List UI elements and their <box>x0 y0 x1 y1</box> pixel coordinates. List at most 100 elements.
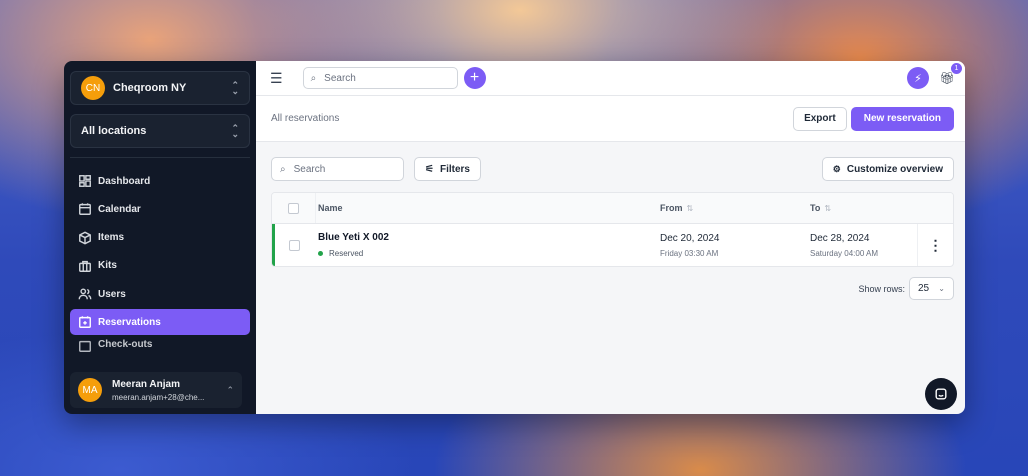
workspace-name: Cheqroom NY <box>113 82 187 94</box>
chevron-up-down-icon: ⌃ ⌄ <box>231 123 239 139</box>
reservation-name[interactable]: Blue Yeti X 002 <box>318 232 660 243</box>
show-rows-label: Show rows: <box>858 283 905 294</box>
sidebar-item-items[interactable]: Items <box>70 225 250 251</box>
sidebar-item-dashboard[interactable]: Dashboard <box>70 168 250 194</box>
box-icon <box>79 231 91 245</box>
sidebar-item-label: Users <box>98 288 126 300</box>
column-to-label: To <box>810 203 821 213</box>
page-title: All reservations <box>271 113 340 124</box>
table-header: Name From ⇅ To ⇅ <box>272 193 953 224</box>
select-all-checkbox[interactable] <box>288 202 299 214</box>
sidebar-item-kits[interactable]: Kits <box>70 253 250 279</box>
sliders-icon: ⚟ <box>425 163 434 175</box>
status-dot-icon <box>318 251 323 256</box>
rows-per-page-select[interactable]: 25 ⌄ <box>909 277 954 300</box>
sidebar-item-check-outs[interactable]: Check-outs <box>70 338 250 352</box>
bolt-icon: ⚡︎ <box>914 72 922 85</box>
notification-badge: 1 <box>951 63 962 74</box>
table-row[interactable]: Blue Yeti X 002 Reserved Dec 20, 2024 Fr… <box>272 224 953 266</box>
from-date: Dec 20, 2024 <box>660 232 720 244</box>
more-vertical-icon: ⋮ <box>928 236 943 253</box>
sort-icon: ⇅ <box>824 204 832 213</box>
app-window: CN Cheqroom NY ⌃ ⌄ All locations ⌃ ⌄ Dashb… <box>64 61 965 414</box>
user-info: Meeran Anjam meeran.anjam+28@che... <box>112 379 204 402</box>
plus-icon: + <box>469 69 480 86</box>
row-select-cell <box>272 224 316 266</box>
main-content: ☰ ⌕ Search + ⚡︎ 🎁︎ 1 All reservations Ex… <box>256 61 965 414</box>
column-header-name[interactable]: Name <box>316 203 660 213</box>
global-search-input[interactable]: ⌕ Search <box>302 67 458 89</box>
table-toolbar: ⌕ Search ⚟ Filters ⚙ Customize overview <box>256 157 965 181</box>
chat-launcher-button[interactable] <box>925 378 957 410</box>
new-reservation-button[interactable]: New reservation <box>850 106 954 131</box>
customize-label: Customize overview <box>846 163 943 175</box>
chat-icon <box>935 388 947 400</box>
sidebar-divider <box>70 157 250 158</box>
reservation-icon <box>79 316 91 329</box>
customize-overview-button[interactable]: ⚙ Customize overview <box>821 157 954 181</box>
search-icon: ⌕ <box>280 163 286 175</box>
status-label: Reserved <box>329 249 364 258</box>
menu-icon[interactable]: ☰ <box>270 70 283 87</box>
row-checkbox[interactable] <box>288 239 300 251</box>
row-name-cell: Blue Yeti X 002 Reserved <box>316 232 660 258</box>
location-selector[interactable]: All locations ⌃ ⌄ <box>70 114 250 148</box>
filters-button[interactable]: ⚟ Filters <box>414 157 481 181</box>
workspace-avatar: CN <box>81 76 105 100</box>
sidebar-item-users[interactable]: Users <box>70 281 250 307</box>
sidebar-item-label: Reservations <box>98 316 161 328</box>
column-header-from[interactable]: From ⇅ <box>660 203 810 213</box>
row-from-cell: Dec 20, 2024 Friday 03:30 AM <box>660 233 810 258</box>
export-button[interactable]: Export <box>793 106 847 131</box>
search-placeholder: Search <box>293 163 326 175</box>
page-header: All reservations Export New reservation <box>256 96 965 142</box>
top-bar-actions: ⚡︎ 🎁︎ 1 <box>907 63 962 89</box>
sidebar-item-label: Kits <box>98 260 117 272</box>
gift-button[interactable]: 🎁︎ 1 <box>939 63 962 86</box>
select-all-cell <box>272 193 316 223</box>
chevron-up-icon: ⌃ <box>226 384 234 395</box>
kit-icon <box>79 260 91 272</box>
status-badge: Reserved <box>318 249 660 258</box>
user-menu[interactable]: MA Meeran Anjam meeran.anjam+28@che... ⌃ <box>70 372 242 408</box>
reservation-search-input[interactable]: ⌕ Search <box>271 157 404 181</box>
search-placeholder: Search <box>324 72 356 84</box>
row-to-cell: Dec 28, 2024 Saturday 04:00 AM <box>810 233 915 258</box>
sidebar-item-label: Dashboard <box>98 175 151 187</box>
search-icon: ⌕ <box>310 72 317 84</box>
sidebar-item-label: Check-outs <box>98 338 153 350</box>
settings-icon: ⚙ <box>832 163 841 174</box>
sidebar-item-label: Calendar <box>98 203 141 215</box>
from-time: Friday 03:30 AM <box>660 248 719 258</box>
quick-add-button[interactable]: + <box>463 67 486 89</box>
users-icon <box>78 288 92 300</box>
to-date: Dec 28, 2024 <box>810 232 870 244</box>
to-time: Saturday 04:00 AM <box>810 248 879 258</box>
chevron-up-down-icon: ⌃ ⌄ <box>231 80 239 96</box>
dashboard-icon <box>79 175 91 187</box>
user-email: meeran.anjam+28@che... <box>112 392 205 402</box>
location-label: All locations <box>81 125 147 137</box>
reservations-table: Name From ⇅ To ⇅ Blue Yeti X 002 Reserved … <box>271 192 954 267</box>
column-name-label: Name <box>318 203 343 213</box>
column-header-to[interactable]: To ⇅ <box>810 203 915 213</box>
gift-icon: 🎁︎ <box>939 71 955 85</box>
filters-label: Filters <box>439 163 470 175</box>
sidebar-item-reservations[interactable]: Reservations <box>70 309 250 336</box>
bolt-button[interactable]: ⚡︎ <box>907 67 929 89</box>
workspace-selector[interactable]: CN Cheqroom NY ⌃ ⌄ <box>70 71 250 105</box>
sidebar-item-calendar[interactable]: Calendar <box>70 196 250 222</box>
row-actions-button[interactable]: ⋮ <box>917 224 953 266</box>
user-avatar: MA <box>78 378 102 402</box>
checkout-icon <box>79 340 91 352</box>
column-from-label: From <box>660 203 683 213</box>
calendar-icon <box>79 203 91 216</box>
user-name: Meeran Anjam <box>112 378 180 390</box>
chevron-down-icon: ⌄ <box>938 284 945 293</box>
rows-per-page-value: 25 <box>918 283 930 294</box>
pagination: Show rows: 25 ⌄ <box>256 277 965 300</box>
sidebar-item-label: Items <box>98 232 125 244</box>
row-status-accent <box>272 224 275 266</box>
top-bar: ☰ ⌕ Search + ⚡︎ 🎁︎ 1 <box>256 61 965 96</box>
sidebar: CN Cheqroom NY ⌃ ⌄ All locations ⌃ ⌄ Dashb… <box>64 61 256 414</box>
